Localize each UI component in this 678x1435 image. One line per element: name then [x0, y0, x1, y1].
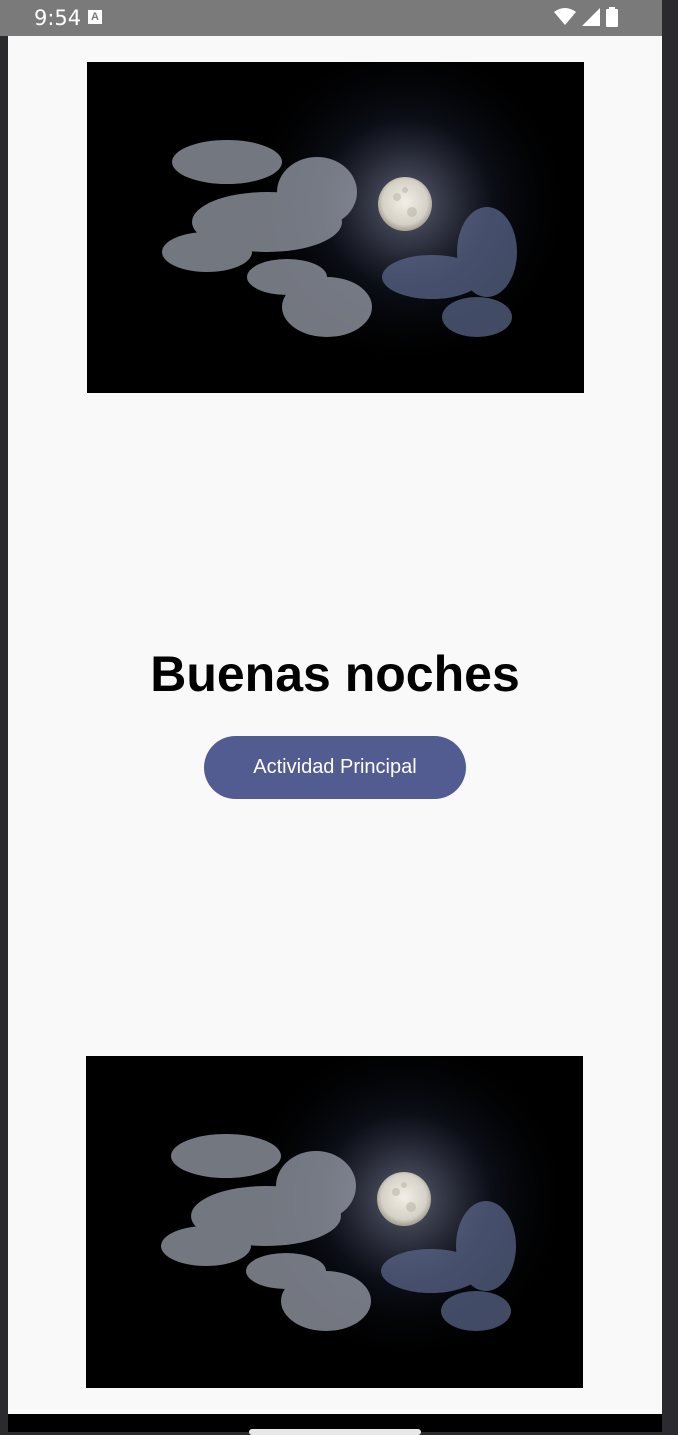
navigation-bar: [8, 1414, 662, 1435]
moon-clouds-image-top: [87, 62, 584, 393]
app-content: Buenas noches Actividad Principal: [8, 36, 662, 1414]
moon-icon: [378, 177, 432, 231]
status-bar: 9:54 A: [0, 0, 662, 36]
page-title: Buenas noches: [150, 646, 520, 702]
home-gesture-handle[interactable]: [249, 1429, 421, 1435]
device-screen: 9:54 A Buenas noches Actividad Principal: [0, 0, 678, 1435]
status-time: 9:54: [34, 6, 82, 30]
actividad-principal-button[interactable]: Actividad Principal: [204, 736, 466, 799]
battery-icon: [606, 7, 618, 27]
cell-signal-icon: [582, 8, 600, 26]
status-icons: [554, 6, 618, 28]
moon-clouds-image-bottom: [86, 1056, 583, 1388]
moon-icon: [377, 1172, 431, 1226]
a-icon: A: [88, 10, 102, 24]
wifi-icon: [554, 8, 576, 25]
